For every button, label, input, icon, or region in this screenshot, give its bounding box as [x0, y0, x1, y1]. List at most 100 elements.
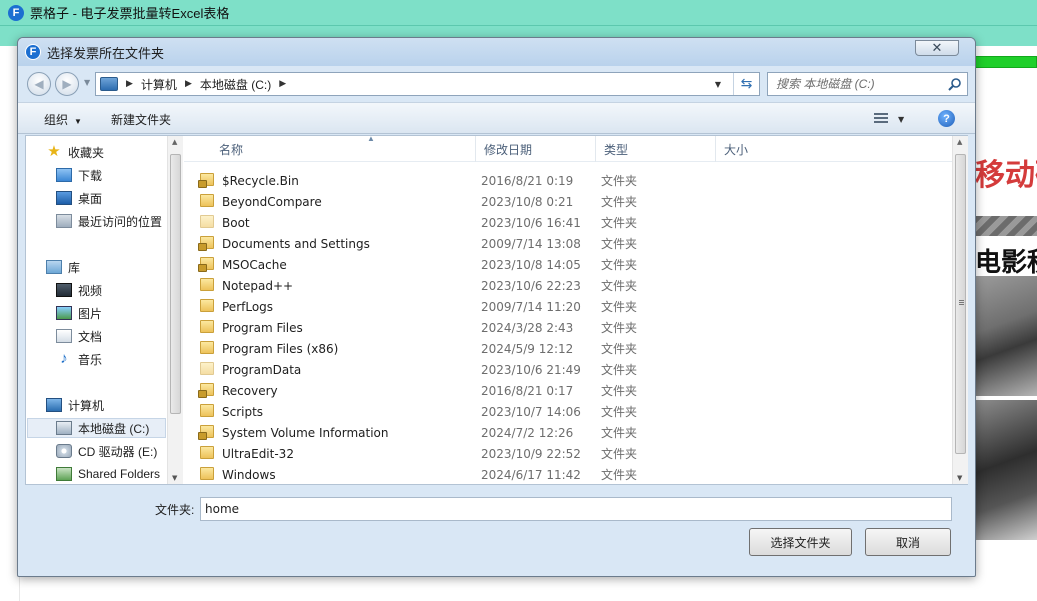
locked-folder-icon: [198, 257, 214, 272]
pictures-icon: [56, 306, 72, 320]
dialog-title: 选择发票所在文件夹: [47, 45, 165, 61]
help-icon[interactable]: ?: [938, 110, 955, 127]
app-title: 票格子 - 电子发票批量转Excel表格: [30, 6, 230, 21]
search-icon[interactable]: [948, 77, 962, 91]
column-header-name[interactable]: 名称 ▲: [211, 134, 476, 162]
list-item[interactable]: Scripts 2023/10/7 14:06 文件夹: [192, 401, 942, 422]
favorites-star-icon: ★: [47, 143, 61, 160]
file-type: 文件夹: [601, 468, 638, 482]
search-input[interactable]: [776, 77, 946, 91]
file-name: $Recycle.Bin: [222, 173, 299, 188]
scrollbar-thumb[interactable]: [170, 154, 181, 414]
list-item[interactable]: Program Files 2024/3/28 2:43 文件夹: [192, 317, 942, 338]
sidebar-item-shared-folders[interactable]: Shared Folders: [56, 464, 160, 484]
sidebar-item-cd-drive[interactable]: CD 驱动器 (E:): [56, 441, 157, 461]
sidebar-item-local-disk-c[interactable]: 本地磁盘 (C:): [27, 418, 166, 438]
breadcrumb-separator-icon[interactable]: ▶: [126, 79, 133, 89]
advert-product-image-2: [975, 400, 1037, 540]
advert-product-image: [975, 276, 1037, 396]
computer-icon: [100, 77, 118, 91]
file-type: 文件夹: [601, 300, 638, 314]
sidebar-item-computer[interactable]: 计算机: [46, 395, 104, 415]
list-item[interactable]: UltraEdit-32 2023/10/9 22:52 文件夹: [192, 443, 942, 464]
scroll-down-arrow-icon[interactable]: ▼: [957, 474, 962, 482]
organize-menu-button[interactable]: 组织 ▼: [44, 111, 82, 128]
back-button[interactable]: ◀: [27, 72, 51, 96]
scrollbar-thumb[interactable]: [955, 154, 966, 454]
sidebar-item-label: 收藏夹: [68, 145, 105, 160]
sidebar-item-desktop[interactable]: 桌面: [56, 188, 102, 208]
file-date: 2023/10/6 22:23: [481, 278, 581, 293]
file-name: Documents and Settings: [222, 236, 370, 251]
file-date: 2024/5/9 12:12: [481, 341, 574, 356]
file-name: MSOCache: [222, 257, 287, 272]
list-item[interactable]: Boot 2023/10/6 16:41 文件夹: [192, 212, 942, 233]
sidebar-item-favorites[interactable]: ★ 收藏夹: [46, 142, 104, 162]
breadcrumb-separator-icon[interactable]: ▶: [185, 79, 192, 89]
file-type: 文件夹: [601, 405, 638, 419]
file-date: 2023/10/6 16:41: [481, 215, 581, 230]
breadcrumb-computer[interactable]: 计算机: [141, 76, 177, 93]
recent-locations-dropdown-icon[interactable]: ▼: [84, 78, 90, 87]
file-date: 2023/10/8 14:05: [481, 257, 581, 272]
sidebar-item-music[interactable]: ♪ 音乐: [56, 349, 102, 369]
file-date: 2009/7/14 13:08: [481, 236, 581, 251]
dialog-close-button[interactable]: ✕: [915, 40, 959, 56]
locked-folder-icon: [198, 425, 214, 440]
column-header-size[interactable]: 大小: [716, 136, 836, 162]
file-type: 文件夹: [601, 279, 638, 293]
address-bar[interactable]: ▶ 计算机 ▶ 本地磁盘 (C:) ▶ ▼ ⇆: [95, 72, 760, 96]
sidebar-item-videos[interactable]: 视频: [56, 280, 102, 300]
forward-button[interactable]: ▶: [55, 72, 79, 96]
list-item[interactable]: BeyondCompare 2023/10/8 0:21 文件夹: [192, 191, 942, 212]
list-item[interactable]: Documents and Settings 2009/7/14 13:08 文件夹: [192, 233, 942, 254]
address-history-dropdown-icon[interactable]: ▼: [711, 73, 725, 95]
change-view-button[interactable]: ▼: [874, 112, 914, 126]
cancel-button[interactable]: 取消: [865, 528, 951, 556]
folder-icon: [200, 320, 214, 333]
file-name: Notepad++: [222, 278, 294, 293]
scroll-down-arrow-icon[interactable]: ▼: [172, 474, 177, 482]
advert-headline: 移动硬: [975, 159, 1037, 192]
list-item[interactable]: Notepad++ 2023/10/6 22:23 文件夹: [192, 275, 942, 296]
sidebar-item-label: 文档: [78, 329, 103, 344]
sidebar-item-label: Shared Folders: [78, 467, 161, 481]
column-header-date[interactable]: 修改日期: [476, 136, 596, 162]
folder-name-input[interactable]: [200, 497, 952, 521]
breadcrumb-separator-icon[interactable]: ▶: [279, 79, 286, 89]
scroll-up-arrow-icon[interactable]: ▲: [172, 138, 177, 146]
scroll-up-arrow-icon[interactable]: ▲: [957, 138, 962, 146]
forward-arrow-icon: ▶: [62, 77, 72, 91]
list-item[interactable]: MSOCache 2023/10/8 14:05 文件夹: [192, 254, 942, 275]
column-header-type[interactable]: 类型: [596, 136, 716, 162]
toolbar: 组织 ▼ 新建文件夹 ▼ ?: [18, 102, 975, 134]
scrollbar-grip-icon: [959, 300, 964, 306]
sidebar-item-recent-places[interactable]: 最近访问的位置: [56, 211, 162, 231]
new-folder-button[interactable]: 新建文件夹: [111, 111, 171, 128]
refresh-button[interactable]: ⇆: [733, 73, 759, 95]
select-folder-button[interactable]: 选择文件夹: [749, 528, 852, 556]
sidebar-item-libraries[interactable]: 库: [46, 257, 80, 277]
music-icon: ♪: [60, 350, 68, 367]
list-item[interactable]: $Recycle.Bin 2016/8/21 0:19 文件夹: [192, 170, 942, 191]
list-item[interactable]: Recovery 2016/8/21 0:17 文件夹: [192, 380, 942, 401]
search-box[interactable]: [767, 72, 968, 96]
sort-ascending-icon: ▲: [367, 134, 375, 143]
list-item[interactable]: Program Files (x86) 2024/5/9 12:12 文件夹: [192, 338, 942, 359]
navigation-scrollbar[interactable]: ▲ ▼: [167, 136, 183, 484]
chevron-down-icon: ▼: [74, 117, 82, 126]
list-item[interactable]: System Volume Information 2024/7/2 12:26 文…: [192, 422, 942, 443]
file-list-scrollbar[interactable]: ▲ ▼: [952, 136, 968, 484]
file-name: Recovery: [222, 383, 278, 398]
sidebar-item-downloads[interactable]: 下载: [56, 165, 102, 185]
sidebar-item-label: 下载: [78, 168, 103, 183]
list-item[interactable]: ProgramData 2023/10/6 21:49 文件夹: [192, 359, 942, 380]
list-item[interactable]: PerfLogs 2009/7/14 11:20 文件夹: [192, 296, 942, 317]
sidebar-item-pictures[interactable]: 图片: [56, 303, 102, 323]
breadcrumb-local-disk[interactable]: 本地磁盘 (C:): [200, 76, 271, 93]
file-name: Program Files (x86): [222, 341, 339, 356]
navigation-row: ◀ ▶ ▼ ▶ 计算机 ▶ 本地磁盘 (C:) ▶ ▼ ⇆: [18, 66, 975, 102]
list-item[interactable]: Windows 2024/6/17 11:42 文件夹: [192, 464, 942, 485]
sidebar-item-documents[interactable]: 文档: [56, 326, 102, 346]
sidebar-item-label: 本地磁盘 (C:): [78, 421, 150, 436]
